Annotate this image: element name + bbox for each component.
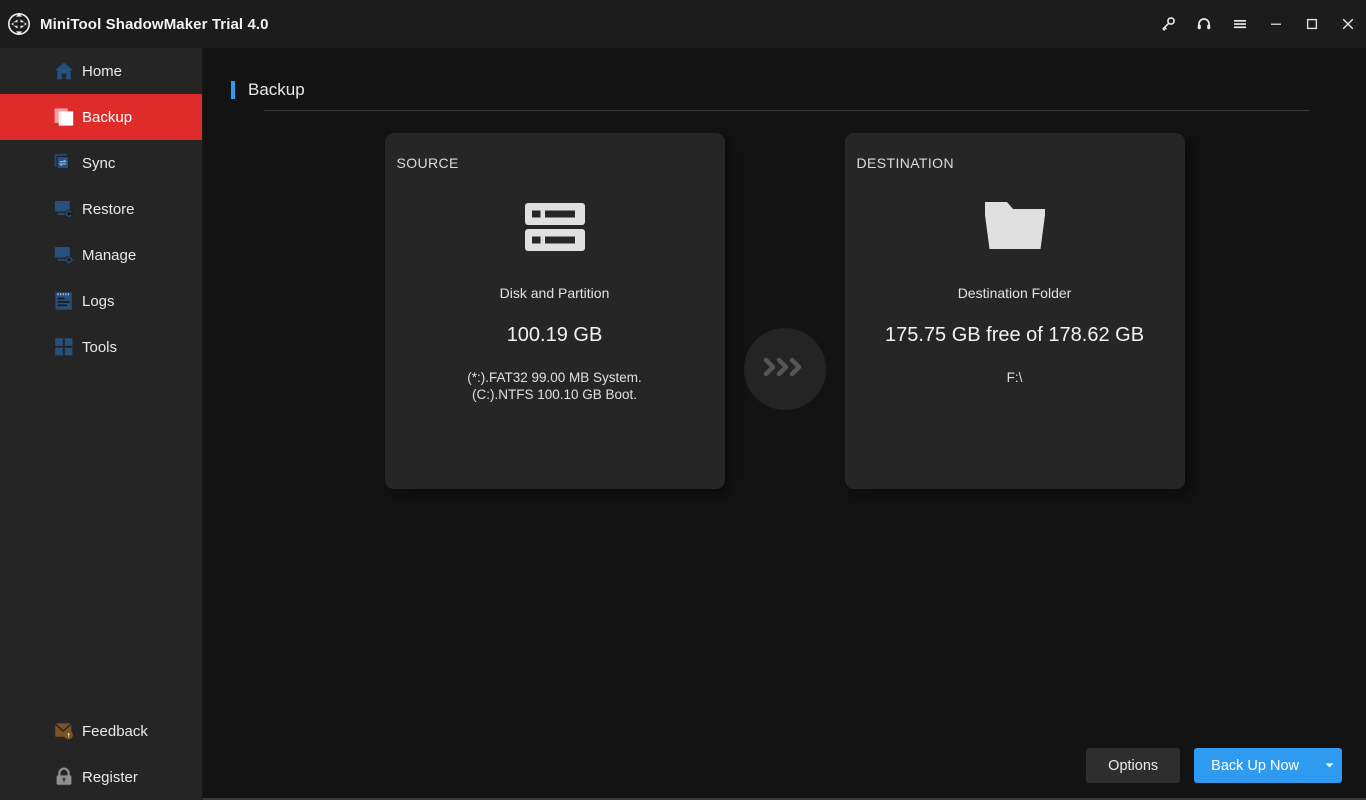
window-controls (1150, 0, 1366, 48)
sidebar-item-tools[interactable]: Tools (0, 324, 202, 370)
sidebar-item-label: Tools (82, 338, 118, 356)
sidebar-item-feedback[interactable]: Feedback (0, 708, 202, 754)
page-title: Backup (248, 80, 305, 99)
backup-icon (52, 105, 76, 129)
transfer-gap (725, 133, 845, 489)
menu-icon[interactable] (1222, 0, 1258, 48)
app-logo-icon (6, 11, 32, 37)
body-row: Home Backup Sync Restore Manage Logs Too… (0, 48, 1366, 800)
sidebar-item-label: Logs (82, 292, 115, 310)
destination-label: DESTINATION (856, 155, 954, 171)
tools-icon (52, 335, 76, 359)
transfer-arrow-circle (743, 328, 826, 410)
destination-panel[interactable]: DESTINATION Destination Folder 175.75 GB… (844, 133, 1185, 489)
caret-down-icon[interactable] (1317, 748, 1342, 783)
close-icon[interactable] (1330, 0, 1366, 48)
manage-icon (52, 243, 76, 267)
source-size: 100.19 GB (506, 324, 603, 346)
register-lock-icon (52, 765, 76, 789)
sidebar-item-label: Backup (82, 108, 133, 126)
window-title: MiniTool ShadowMaker Trial 4.0 (40, 15, 269, 33)
triple-chevron-right-icon (761, 354, 809, 385)
sync-icon (52, 151, 76, 175)
minimize-icon[interactable] (1258, 0, 1294, 48)
sidebar-item-home[interactable]: Home (0, 48, 202, 94)
sidebar-item-label: Feedback (82, 722, 148, 740)
back-up-now-label: Back Up Now (1211, 757, 1299, 774)
destination-caption: Destination Folder (957, 285, 1072, 301)
source-caption: Disk and Partition (499, 285, 610, 301)
destination-size: 175.75 GB free of 178.62 GB (884, 324, 1145, 346)
accent-bar (231, 81, 235, 99)
source-detail-line-1: (*:).FAT32 99.00 MB System. (467, 370, 642, 385)
home-icon (52, 59, 76, 83)
sidebar-item-sync[interactable]: Sync (0, 140, 202, 186)
maximize-icon[interactable] (1294, 0, 1330, 48)
action-buttons: Options Back Up Now (1086, 748, 1342, 783)
backup-panels: SOURCE Disk and Partition 100.19 GB (*:)… (203, 133, 1366, 491)
header-divider (264, 110, 1310, 111)
headset-icon[interactable] (1186, 0, 1222, 48)
back-up-now-button[interactable]: Back Up Now (1194, 748, 1342, 783)
source-detail-line-2: (C:).NTFS 100.10 GB Boot. (471, 387, 638, 402)
title-bar: MiniTool ShadowMaker Trial 4.0 (0, 0, 1366, 48)
folder-icon (977, 187, 1053, 265)
sidebar-item-label: Register (82, 768, 138, 786)
key-icon[interactable] (1150, 0, 1186, 48)
sidebar-item-register[interactable]: Register (0, 754, 202, 800)
sidebar-item-label: Home (82, 62, 123, 80)
sidebar-item-restore[interactable]: Restore (0, 186, 202, 232)
page-header: Backup (231, 80, 1310, 111)
feedback-envelope-icon (52, 719, 76, 743)
main-content: Backup SOURCE Disk and Partition 100.19 … (203, 48, 1366, 800)
disk-partition-icon (517, 187, 593, 265)
sidebar: Home Backup Sync Restore Manage Logs Too… (0, 48, 203, 800)
app-window: MiniTool ShadowMaker Trial 4.0 Home Back… (0, 0, 1366, 800)
source-panel[interactable]: SOURCE Disk and Partition 100.19 GB (*:)… (384, 133, 725, 489)
sidebar-item-label: Manage (82, 246, 137, 264)
source-detail: (*:).FAT32 99.00 MB System. (C:).NTFS 10… (467, 369, 642, 403)
options-button[interactable]: Options (1086, 748, 1181, 783)
sidebar-item-logs[interactable]: Logs (0, 278, 202, 324)
destination-path: F:\ (1006, 370, 1023, 385)
restore-icon (52, 197, 76, 221)
sidebar-item-label: Restore (82, 200, 135, 218)
sidebar-item-label: Sync (82, 154, 116, 172)
logs-icon (52, 289, 76, 313)
sidebar-item-manage[interactable]: Manage (0, 232, 202, 278)
source-label: SOURCE (396, 155, 459, 171)
sidebar-bottom-group: Feedback Register (0, 708, 202, 800)
page-header-row: Backup (231, 80, 1310, 100)
sidebar-item-backup[interactable]: Backup (0, 94, 202, 140)
